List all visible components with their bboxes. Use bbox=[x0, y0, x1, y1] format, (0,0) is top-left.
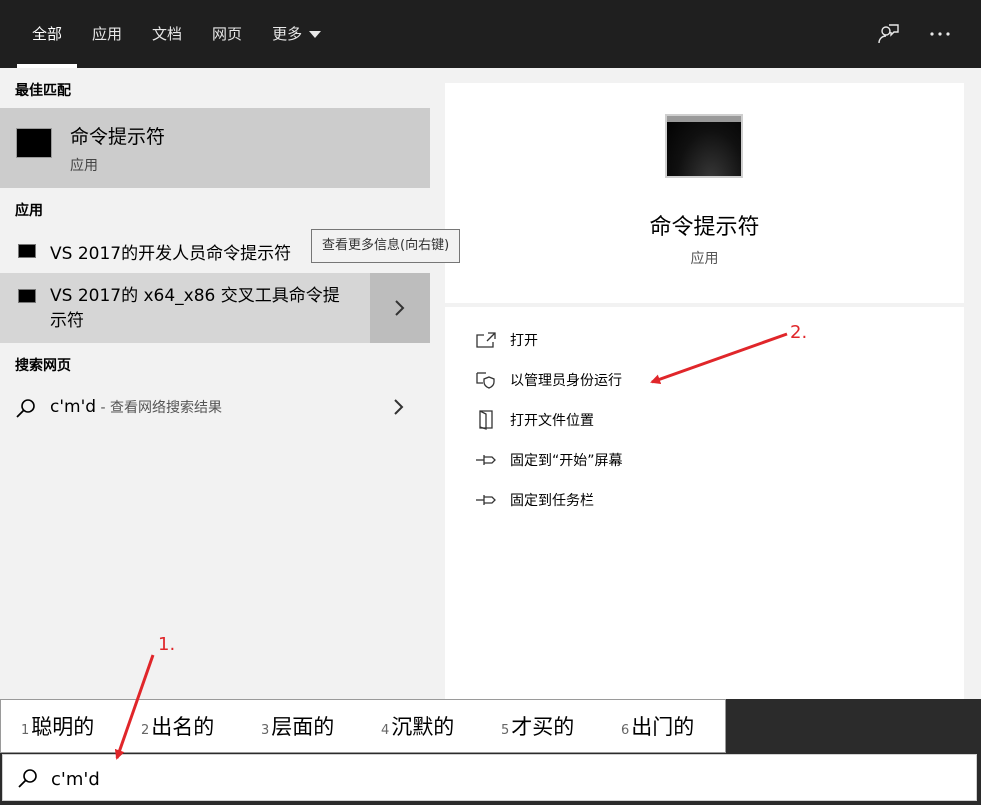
candidate-number: 4 bbox=[381, 723, 390, 738]
action-run-as-admin[interactable]: 以管理员身份运行 bbox=[475, 365, 622, 395]
tab-apps[interactable]: 应用 bbox=[77, 0, 137, 68]
candidate-number: 1 bbox=[21, 723, 30, 738]
ime-candidate[interactable]: 2 出名的 bbox=[121, 711, 241, 741]
ime-candidate[interactable]: 6 出门的 bbox=[601, 711, 721, 741]
list-item-label-line1: VS 2017的 x64_x86 交叉工具命令提 bbox=[50, 286, 340, 306]
tab-label: 文档 bbox=[152, 25, 183, 43]
chevron-right-icon[interactable] bbox=[393, 398, 405, 416]
web-search-item[interactable]: c'm'd - 查看网络搜索结果 bbox=[0, 388, 430, 428]
details-actions: 打开 以管理员身份运行 打开文件位置 固定到“开始”屏幕 固定到任务栏 bbox=[445, 307, 964, 699]
tab-web[interactable]: 网页 bbox=[197, 0, 257, 68]
search-input[interactable] bbox=[49, 763, 653, 795]
candidate-word: 层面的 bbox=[271, 715, 335, 739]
candidate-word: 聪明的 bbox=[31, 715, 95, 739]
details-subtitle: 应用 bbox=[690, 251, 719, 267]
search-icon bbox=[18, 769, 37, 788]
shield-icon bbox=[475, 369, 497, 391]
tab-label: 网页 bbox=[212, 25, 243, 43]
details-title: 命令提示符 bbox=[649, 215, 760, 240]
action-label: 固定到任务栏 bbox=[510, 493, 594, 509]
apps-heading: 应用 bbox=[15, 203, 43, 219]
chevron-right-icon bbox=[395, 300, 405, 316]
best-match-heading: 最佳匹配 bbox=[15, 83, 71, 99]
candidate-number: 5 bbox=[501, 723, 510, 738]
candidate-word: 出门的 bbox=[631, 715, 695, 739]
candidate-number: 3 bbox=[261, 723, 270, 738]
ime-candidate-bar: 1 聪明的 2 出名的 3 层面的 4 沉默的 5 才买的 6 出门的 bbox=[0, 699, 726, 753]
pin-icon bbox=[475, 449, 497, 471]
web-search-label: c'm'd - 查看网络搜索结果 bbox=[50, 397, 222, 417]
candidate-word: 出名的 bbox=[151, 715, 215, 739]
tooltip: 查看更多信息(向右键) bbox=[311, 229, 461, 263]
pin-icon bbox=[475, 489, 497, 511]
candidate-number: 2 bbox=[141, 723, 150, 738]
details-header: 命令提示符 应用 bbox=[445, 83, 964, 303]
tab-label: 更多 bbox=[272, 25, 303, 43]
tab-label: 应用 bbox=[92, 25, 123, 43]
best-match-title: 命令提示符 bbox=[70, 126, 166, 148]
command-prompt-large-icon bbox=[665, 114, 743, 178]
list-item-label: VS 2017的开发人员命令提示符 bbox=[50, 244, 292, 264]
candidate-word: 沉默的 bbox=[391, 715, 455, 739]
web-search-heading: 搜索网页 bbox=[15, 358, 71, 374]
ime-candidate[interactable]: 1 聪明的 bbox=[1, 711, 121, 741]
filter-tabs: 全部 应用 文档 网页 更多 bbox=[17, 0, 336, 68]
action-pin-to-start[interactable]: 固定到“开始”屏幕 bbox=[475, 445, 623, 475]
action-label: 打开文件位置 bbox=[510, 413, 594, 429]
annotation-step-2-label: 2. bbox=[790, 322, 808, 343]
command-prompt-icon bbox=[16, 128, 52, 158]
feedback-icon[interactable] bbox=[875, 21, 901, 47]
candidate-number: 6 bbox=[621, 723, 630, 738]
ime-candidate[interactable]: 5 才买的 bbox=[481, 711, 601, 741]
best-match-subtitle: 应用 bbox=[70, 158, 98, 174]
command-prompt-icon bbox=[18, 244, 36, 258]
list-item-label-line2: 示符 bbox=[50, 311, 84, 331]
details-pane: 命令提示符 应用 打开 以管理员身份运行 打开文件位置 固定到“开始”屏幕 固定… bbox=[430, 68, 981, 699]
web-search-query: c'm'd bbox=[50, 397, 97, 417]
list-item-vs-x64-x86-prompt[interactable]: VS 2017的 x64_x86 交叉工具命令提 示符 bbox=[0, 273, 430, 343]
folder-icon bbox=[475, 409, 497, 431]
tab-documents[interactable]: 文档 bbox=[137, 0, 197, 68]
top-bar: 全部 应用 文档 网页 更多 bbox=[0, 0, 981, 68]
action-pin-to-taskbar[interactable]: 固定到任务栏 bbox=[475, 485, 594, 515]
action-open[interactable]: 打开 bbox=[475, 325, 538, 355]
search-box bbox=[2, 754, 977, 801]
open-icon bbox=[475, 329, 497, 351]
action-label: 固定到“开始”屏幕 bbox=[510, 453, 623, 469]
action-label: 以管理员身份运行 bbox=[510, 373, 622, 389]
tab-all[interactable]: 全部 bbox=[17, 0, 78, 68]
candidate-word: 才买的 bbox=[511, 715, 575, 739]
ime-candidate[interactable]: 3 层面的 bbox=[241, 711, 361, 741]
expand-details-button[interactable] bbox=[370, 273, 430, 343]
best-match-item[interactable]: 命令提示符 应用 bbox=[0, 108, 430, 188]
ime-candidate[interactable]: 4 沉默的 bbox=[361, 711, 481, 741]
chevron-down-icon bbox=[309, 31, 322, 38]
tab-label: 全部 bbox=[32, 25, 63, 43]
action-label: 打开 bbox=[510, 333, 538, 349]
action-open-file-location[interactable]: 打开文件位置 bbox=[475, 405, 594, 435]
annotation-step-1-label: 1. bbox=[158, 634, 176, 655]
search-icon bbox=[16, 399, 35, 418]
results-pane: 最佳匹配 命令提示符 应用 应用 VS 2017的开发人员命令提示符 VS 20… bbox=[0, 68, 430, 699]
command-prompt-icon bbox=[18, 289, 36, 303]
web-search-hint: - 查看网络搜索结果 bbox=[96, 400, 222, 416]
more-options-icon[interactable] bbox=[927, 21, 953, 47]
list-item-label: VS 2017的 x64_x86 交叉工具命令提 示符 bbox=[50, 284, 370, 334]
tab-more[interactable]: 更多 bbox=[257, 0, 336, 68]
